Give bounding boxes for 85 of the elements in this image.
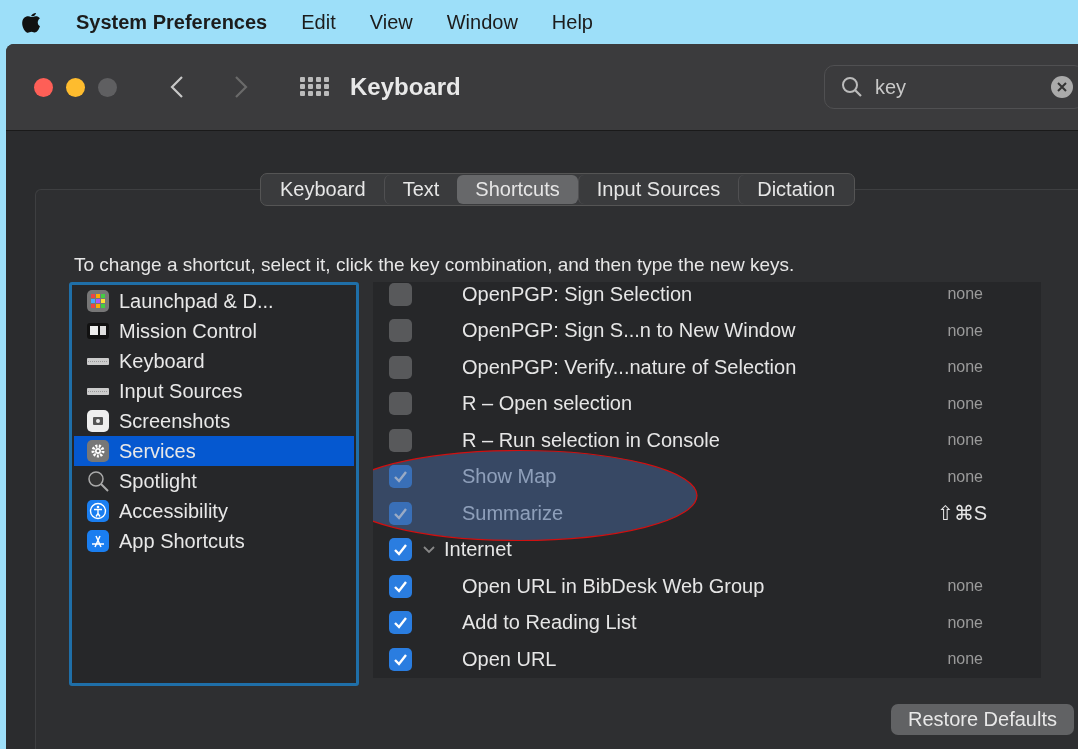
- keyboard-icon: [87, 357, 109, 365]
- app-store-icon: [87, 530, 109, 552]
- checkmark-icon: [393, 616, 408, 630]
- chevron-icon[interactable]: [422, 544, 436, 555]
- sidebar-item[interactable]: Mission Control: [74, 316, 354, 346]
- search-icon: [841, 76, 863, 98]
- service-label: OpenPGP: Sign S...n to New Window: [462, 319, 796, 343]
- tab[interactable]: Keyboard: [262, 175, 384, 204]
- shortcut-text: none: [947, 650, 983, 669]
- service-label: OpenPGP: Verify...nature of Selection: [462, 355, 797, 379]
- checkmark-icon: [393, 652, 408, 666]
- checkmark-icon: [393, 470, 408, 484]
- search-icon: [87, 470, 109, 492]
- sidebar-label: Launchpad & D...: [119, 289, 274, 313]
- sidebar-label: Input Sources: [119, 379, 243, 403]
- checkbox[interactable]: [389, 538, 412, 562]
- service-label: R – Run selection in Console: [462, 428, 720, 452]
- search-input[interactable]: key: [873, 74, 1051, 100]
- sidebar-item[interactable]: Keyboard: [74, 346, 354, 376]
- menu-item[interactable]: View: [369, 10, 413, 34]
- shortcut-text: none: [947, 613, 983, 632]
- sidebar-item[interactable]: Screenshots: [74, 406, 354, 436]
- clear-icon[interactable]: [1051, 76, 1073, 98]
- checkbox[interactable]: [389, 392, 412, 416]
- grid-icon[interactable]: [300, 77, 330, 97]
- service-label: OpenPGP: Sign Selection: [462, 282, 693, 306]
- sidebar-item[interactable]: Services: [74, 436, 354, 466]
- gear-icon: [87, 440, 109, 462]
- close-button[interactable]: [34, 77, 53, 97]
- menu-item[interactable]: Edit: [301, 10, 336, 34]
- checkbox[interactable]: [389, 647, 412, 671]
- shortcut-text: none: [947, 394, 983, 413]
- menu-item[interactable]: Window: [446, 10, 518, 34]
- checkmark-icon: [393, 579, 408, 593]
- checkbox[interactable]: [389, 501, 412, 525]
- group-label: Internet: [444, 538, 512, 562]
- sidebar-item[interactable]: App Shortcuts: [74, 526, 354, 556]
- sidebar-item[interactable]: Accessibility: [74, 496, 354, 526]
- checkmark-icon: [393, 506, 408, 520]
- minimize-button[interactable]: [66, 77, 85, 97]
- tab[interactable]: Shortcuts: [457, 175, 578, 204]
- service-label: R – Open selection: [462, 392, 633, 416]
- window-title: Keyboard: [350, 73, 461, 101]
- mission-control-icon: [87, 320, 109, 342]
- sidebar-label: Mission Control: [119, 319, 257, 343]
- checkbox[interactable]: [389, 355, 412, 379]
- checkbox[interactable]: [389, 282, 412, 306]
- checkbox[interactable]: [389, 428, 412, 452]
- screenshot-icon: [87, 410, 109, 432]
- sidebar-item[interactable]: Launchpad & D...: [74, 286, 354, 316]
- shortcut-text: none: [947, 321, 983, 340]
- sidebar-label: Screenshots: [119, 409, 231, 433]
- service-label: Add to Reading List: [462, 611, 637, 635]
- sidebar-label: Accessibility: [119, 499, 228, 523]
- shortcut-text: ⇧⌘S: [936, 501, 987, 526]
- service-label: Open URL: [462, 647, 557, 671]
- service-label: Summarize: [462, 501, 564, 525]
- shortcut-text: none: [947, 467, 983, 486]
- shortcut-text: none: [947, 358, 983, 377]
- menu-app-name[interactable]: System Preferences: [76, 10, 268, 34]
- accessibility-icon: [87, 500, 109, 522]
- checkmark-icon: [393, 543, 408, 557]
- tab[interactable]: Input Sources: [577, 175, 739, 204]
- checkbox[interactable]: [389, 611, 412, 635]
- shortcut-text: none: [947, 285, 983, 304]
- restore-defaults-button[interactable]: Restore Defaults: [891, 704, 1074, 735]
- sidebar-item[interactable]: Spotlight: [74, 466, 354, 496]
- instruction-text: To change a shortcut, select it, click the key combination, and then type the new keys.: [74, 254, 796, 276]
- checkbox[interactable]: [389, 319, 412, 343]
- sidebar-label: Spotlight: [119, 469, 197, 493]
- shortcut-text: none: [947, 577, 983, 596]
- launchpad-icon: [87, 290, 109, 312]
- checkbox[interactable]: [389, 465, 412, 489]
- sidebar-label: App Shortcuts: [119, 529, 245, 553]
- service-label: Show Map: [462, 465, 557, 489]
- sidebar-label: Keyboard: [119, 349, 205, 373]
- service-label: Open URL in BibDesk Web Group: [462, 574, 765, 598]
- menu-item[interactable]: Help: [551, 10, 593, 34]
- shortcut-text: none: [947, 431, 983, 450]
- sidebar-item[interactable]: Input Sources: [74, 376, 354, 406]
- checkbox[interactable]: [389, 574, 412, 598]
- sidebar-label: Services: [119, 439, 196, 463]
- keyboard-icon: [87, 387, 109, 395]
- back-icon[interactable]: [170, 75, 184, 99]
- tab[interactable]: Dictation: [738, 175, 854, 204]
